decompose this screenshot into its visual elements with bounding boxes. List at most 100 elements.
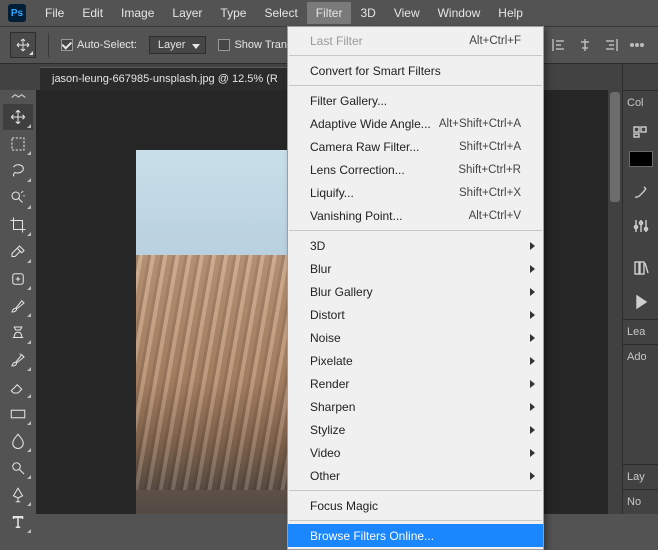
filter-menu-item-blur[interactable]: Blur (288, 257, 543, 280)
app-icon: Ps (8, 4, 26, 22)
menu-item-label: Pixelate (310, 354, 521, 368)
align-hcenter-icon[interactable] (574, 34, 596, 56)
filter-menu-item-pixelate[interactable]: Pixelate (288, 349, 543, 372)
move-tool[interactable] (3, 104, 33, 130)
auto-select-label: Auto-Select: (77, 39, 137, 51)
history-brush-tool[interactable] (3, 347, 33, 373)
menu-item-label: Focus Magic (310, 499, 521, 513)
blur-tool[interactable] (3, 428, 33, 454)
align-right-icon[interactable] (600, 34, 622, 56)
submenu-arrow-icon (530, 449, 535, 457)
filter-menu-item-convert-for-smart-filters[interactable]: Convert for Smart Filters (288, 59, 543, 82)
menu-layer[interactable]: Layer (163, 2, 211, 24)
filter-menu-item-sharpen[interactable]: Sharpen (288, 395, 543, 418)
vertical-scrollbar[interactable] (608, 90, 622, 514)
type-tool[interactable] (3, 509, 33, 535)
align-left-icon[interactable] (548, 34, 570, 56)
menu-3d[interactable]: 3D (351, 2, 384, 24)
show-transform-checkbox[interactable] (218, 39, 230, 51)
show-transform-option[interactable]: Show Tran (218, 39, 287, 51)
menu-view[interactable]: View (385, 2, 429, 24)
filter-menu-item-adaptive-wide-angle[interactable]: Adaptive Wide Angle...Alt+Shift+Ctrl+A (288, 112, 543, 135)
menu-item-label: Adaptive Wide Angle... (310, 117, 439, 131)
eyedropper-tool[interactable] (3, 239, 33, 265)
menu-image[interactable]: Image (112, 2, 163, 24)
adjustments-panel-icon[interactable] (625, 213, 657, 239)
auto-select-checkbox[interactable] (61, 39, 73, 51)
gradient-tool[interactable] (3, 401, 33, 427)
menu-help[interactable]: Help (489, 2, 532, 24)
libraries-panel-icon[interactable] (625, 255, 657, 281)
submenu-arrow-icon (530, 265, 535, 273)
submenu-arrow-icon (530, 357, 535, 365)
panel-tab-learn[interactable]: Lea (623, 319, 658, 344)
quick-select-tool[interactable] (3, 185, 33, 211)
menu-type[interactable]: Type (211, 2, 255, 24)
filter-menu-item-video[interactable]: Video (288, 441, 543, 464)
filter-menu-item-lens-correction[interactable]: Lens Correction...Shift+Ctrl+R (288, 158, 543, 181)
menu-item-shortcut: Shift+Ctrl+A (459, 141, 521, 153)
filter-menu-item-vanishing-point[interactable]: Vanishing Point...Alt+Ctrl+V (288, 204, 543, 227)
lasso-tool[interactable] (3, 158, 33, 184)
menu-select[interactable]: Select (255, 2, 306, 24)
brush-tool[interactable] (3, 293, 33, 319)
menu-item-label: Sharpen (310, 400, 521, 414)
panel-tab-layers[interactable]: Lay (623, 464, 658, 489)
filter-menu-item-filter-gallery[interactable]: Filter Gallery... (288, 89, 543, 112)
eraser-tool[interactable] (3, 374, 33, 400)
toolbox-collapse-icon[interactable] (3, 92, 33, 101)
submenu-arrow-icon (530, 334, 535, 342)
menu-filter[interactable]: Filter (307, 2, 352, 24)
panel-tab-adobe[interactable]: Ado (623, 344, 658, 369)
pen-tool[interactable] (3, 482, 33, 508)
more-align-icon[interactable] (626, 34, 648, 56)
filter-menu-item-other[interactable]: Other (288, 464, 543, 487)
menu-item-shortcut: Alt+Shift+Ctrl+A (439, 118, 521, 130)
menu-item-label: Blur (310, 262, 521, 276)
filter-menu-item-render[interactable]: Render (288, 372, 543, 395)
filter-menu-item-liquify[interactable]: Liquify...Shift+Ctrl+X (288, 181, 543, 204)
clone-stamp-tool[interactable] (3, 320, 33, 346)
swatches-icon[interactable] (625, 119, 657, 145)
play-action-icon[interactable] (625, 289, 657, 315)
menu-item-label: Filter Gallery... (310, 94, 521, 108)
dodge-tool[interactable] (3, 455, 33, 481)
filter-menu-item-noise[interactable]: Noise (288, 326, 543, 349)
menu-item-label: Lens Correction... (310, 163, 458, 177)
crop-tool[interactable] (3, 212, 33, 238)
document-tab[interactable]: jason-leung-667985-unsplash.jpg @ 12.5% … (40, 67, 290, 90)
submenu-arrow-icon (530, 472, 535, 480)
menu-item-label: Browse Filters Online... (310, 529, 521, 543)
menu-item-label: Liquify... (310, 186, 459, 200)
filter-menu-item-camera-raw-filter[interactable]: Camera Raw Filter...Shift+Ctrl+A (288, 135, 543, 158)
panel-tab-notes[interactable]: No (623, 489, 658, 514)
menu-item-label: Stylize (310, 423, 521, 437)
align-buttons (548, 34, 648, 56)
filter-menu-item-3d[interactable]: 3D (288, 234, 543, 257)
filter-menu-item-last-filter: Last FilterAlt+Ctrl+F (288, 29, 543, 52)
menu-item-label: Blur Gallery (310, 285, 521, 299)
brush-panel-icon[interactable] (625, 179, 657, 205)
menu-item-label: Noise (310, 331, 521, 345)
menu-item-label: Last Filter (310, 34, 469, 48)
right-panel-dock: Col Lea Ado Lay No (622, 64, 658, 514)
menu-item-shortcut: Alt+Ctrl+F (469, 35, 521, 47)
auto-select-option[interactable]: Auto-Select: (61, 39, 137, 51)
separator (48, 33, 49, 57)
menu-item-label: Camera Raw Filter... (310, 140, 459, 154)
filter-menu-item-distort[interactable]: Distort (288, 303, 543, 326)
menu-file[interactable]: File (36, 2, 73, 24)
healing-brush-tool[interactable] (3, 266, 33, 292)
submenu-arrow-icon (530, 426, 535, 434)
filter-menu-item-browse-filters-online[interactable]: Browse Filters Online... (288, 524, 543, 547)
foreground-color-swatch[interactable] (629, 151, 653, 167)
auto-select-target-dropdown[interactable]: Layer (149, 36, 207, 54)
submenu-arrow-icon (530, 380, 535, 388)
panel-tab-color[interactable]: Col (623, 90, 658, 115)
menu-edit[interactable]: Edit (73, 2, 112, 24)
active-tool-indicator[interactable] (10, 32, 36, 58)
filter-menu-item-stylize[interactable]: Stylize (288, 418, 543, 441)
marquee-tool[interactable] (3, 131, 33, 157)
filter-menu-item-blur-gallery[interactable]: Blur Gallery (288, 280, 543, 303)
menu-window[interactable]: Window (429, 2, 490, 24)
